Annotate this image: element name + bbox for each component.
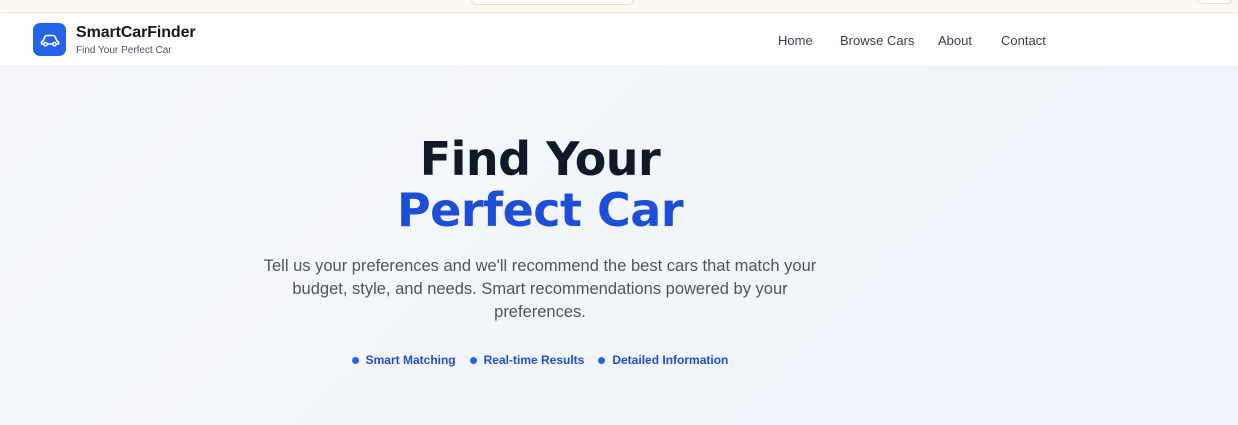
hero-description: Tell us your preferences and we'll recom… [263, 257, 817, 321]
feature-label: Detailed Information [612, 353, 729, 367]
bullet-dot-icon [351, 356, 359, 364]
bullet-dot-icon [469, 356, 477, 364]
feature-label: Real-time Results [483, 353, 585, 367]
main-nav: Home Browse Cars About Contact [0, 33, 1238, 49]
nav-link-browse-cars[interactable]: Browse Cars [840, 33, 914, 48]
feature-list: Smart Matching Real-time Results Detaile… [240, 351, 840, 369]
navbar: SmartCarFinder Find Your Perfect Car Hom… [0, 13, 1238, 67]
feature-label: Smart Matching [365, 353, 456, 367]
browser-top-strip [0, 0, 1238, 13]
bullet-dot-icon [598, 356, 606, 364]
nav-link-contact[interactable]: Contact [1001, 33, 1046, 48]
nav-link-about[interactable]: About [938, 33, 972, 48]
feature-item: Real-time Results [469, 351, 585, 369]
address-bar-fragment[interactable] [471, 0, 634, 5]
hero-title-line1: Find Your [419, 132, 661, 186]
feature-item: Smart Matching [351, 351, 456, 369]
nav-link-home[interactable]: Home [778, 33, 813, 48]
browser-control-fragment[interactable] [1197, 0, 1232, 4]
hero-section: Find Your Perfect Car Tell us your prefe… [0, 67, 1238, 425]
hero-title-line2: Perfect Car [396, 183, 684, 237]
feature-item: Detailed Information [598, 351, 728, 369]
